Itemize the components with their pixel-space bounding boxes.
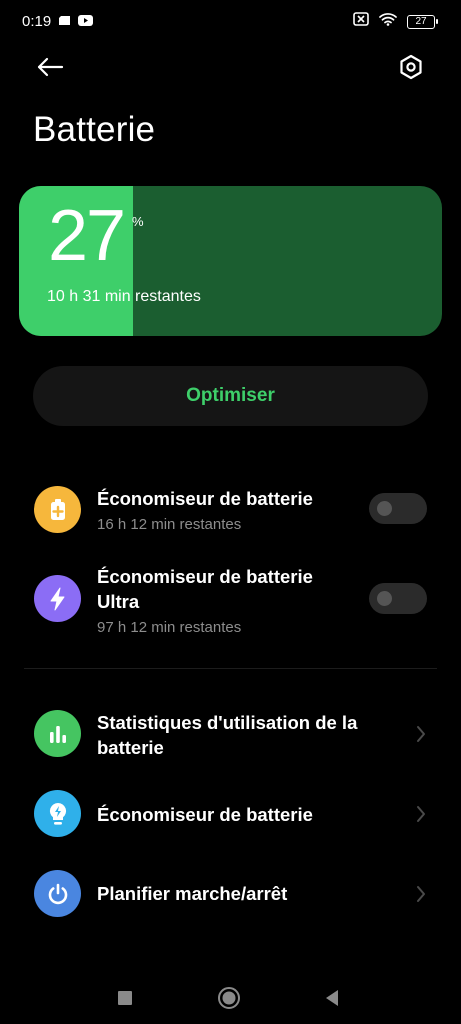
- bar-chart-icon: [34, 710, 81, 757]
- lightning-bolt-icon: [34, 575, 81, 622]
- battery-saver-title: Économiseur de batterie: [97, 488, 313, 509]
- usage-statistics-row[interactable]: Statistiques d'utilisation de la batteri…: [0, 700, 461, 770]
- back-button[interactable]: [30, 52, 70, 86]
- system-navigation-bar: [0, 970, 461, 1024]
- ultra-battery-saver-row[interactable]: Économiseur de batterie Ultra 97 h 12 mi…: [0, 562, 461, 642]
- bulb-bolt-icon: [34, 790, 81, 837]
- status-time: 0:19: [22, 13, 52, 30]
- chevron-right-icon: [414, 884, 428, 904]
- ultra-battery-saver-toggle[interactable]: [369, 583, 427, 614]
- status-right-icons: 27: [353, 12, 438, 31]
- back-triangle-icon[interactable]: [318, 984, 346, 1012]
- sim-card-icon: [58, 13, 72, 31]
- ultra-battery-saver-subtitle: 97 h 12 min restantes: [97, 619, 242, 636]
- section-divider: [24, 668, 437, 669]
- battery-saver-subtitle: 16 h 12 min restantes: [97, 516, 242, 533]
- battery-saver-settings-title: Économiseur de batterie: [97, 804, 313, 825]
- toggle-knob: [377, 501, 392, 516]
- home-circle-icon[interactable]: [215, 984, 243, 1012]
- arrow-left-icon: [36, 57, 64, 82]
- battery-screen: 0:19 27 Batterie 27 % 10 h 31 min restan…: [0, 0, 461, 1024]
- battery-percent: 27: [48, 196, 126, 276]
- status-bar: 0:19 27: [0, 0, 461, 44]
- settings-button[interactable]: [393, 52, 429, 86]
- battery-saver-settings-row[interactable]: Économiseur de batterie: [0, 786, 461, 842]
- battery-plus-icon: [34, 486, 81, 533]
- ultra-battery-saver-title: Économiseur de batterie Ultra: [97, 566, 313, 612]
- battery-percent-unit: %: [132, 214, 144, 229]
- battery-saver-toggle[interactable]: [369, 493, 427, 524]
- status-left-icons: [58, 13, 93, 31]
- battery-saver-row[interactable]: Économiseur de batterie 16 h 12 min rest…: [0, 474, 461, 544]
- youtube-icon: [78, 13, 93, 31]
- page-title: Batterie: [33, 110, 156, 149]
- power-icon: [34, 870, 81, 917]
- battery-icon: 27: [407, 14, 438, 29]
- wifi-icon: [379, 12, 397, 31]
- schedule-power-title: Planifier marche/arrêt: [97, 883, 288, 904]
- chevron-right-icon: [414, 724, 428, 744]
- schedule-power-row[interactable]: Planifier marche/arrêt: [0, 866, 461, 922]
- usage-statistics-title: Statistiques d'utilisation de la batteri…: [97, 712, 358, 758]
- toggle-knob: [377, 591, 392, 606]
- battery-remaining-time: 10 h 31 min restantes: [47, 288, 201, 305]
- chevron-right-icon: [414, 804, 428, 824]
- no-sim-icon: [353, 12, 369, 31]
- recents-square-icon[interactable]: [111, 984, 139, 1012]
- hexagon-settings-icon: [399, 54, 423, 85]
- optimize-button[interactable]: Optimiser: [33, 366, 428, 426]
